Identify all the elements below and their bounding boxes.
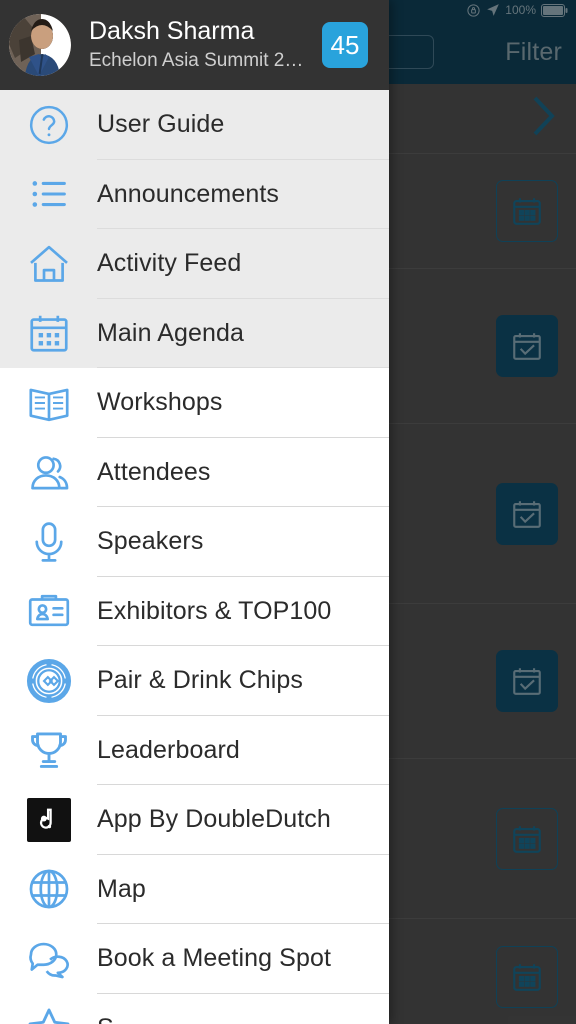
menu-item-label: Leaderboard bbox=[97, 735, 240, 764]
profile-info: Daksh Sharma Echelon Asia Summit 2… bbox=[89, 17, 322, 73]
menu-item-leaderboard[interactable]: Leaderboard bbox=[0, 715, 389, 785]
speech-bubbles-icon bbox=[0, 936, 97, 982]
profile-event-name: Echelon Asia Summit 2… bbox=[89, 50, 304, 71]
open-book-icon bbox=[0, 380, 97, 426]
menu-item-label: Announcements bbox=[97, 179, 279, 208]
menu-item-label: Pair & Drink Chips bbox=[97, 666, 304, 695]
globe-icon bbox=[0, 866, 97, 912]
menu-item-app-by-doubledutch[interactable]: App By DoubleDutch bbox=[0, 785, 389, 855]
menu-item-announcements[interactable]: Announcements bbox=[0, 159, 389, 229]
menu-item-label: Speakers bbox=[97, 527, 204, 556]
menu-item-workshops[interactable]: Workshops bbox=[0, 368, 389, 438]
menu-item-label: Attendees bbox=[97, 457, 211, 486]
menu-item-pair-drink-chips[interactable]: Pair & Drink Chips bbox=[0, 646, 389, 716]
id-badge-icon bbox=[0, 588, 97, 634]
menu-item-label: Main Agenda bbox=[97, 318, 245, 347]
menu-item-exhibitors-top100[interactable]: Exhibitors & TOP100 bbox=[0, 576, 389, 646]
menu-item-label: Map bbox=[97, 874, 146, 903]
profile-header[interactable]: Daksh Sharma Echelon Asia Summit 2… 45 bbox=[0, 0, 389, 90]
home-icon bbox=[0, 241, 97, 287]
navigation-drawer: Daksh Sharma Echelon Asia Summit 2… 45 U… bbox=[0, 0, 389, 1024]
menu-item-label: S bbox=[97, 1014, 114, 1024]
star-icon bbox=[0, 1005, 97, 1024]
notification-badge[interactable]: 45 bbox=[322, 22, 368, 68]
menu-item-label: Activity Feed bbox=[97, 249, 242, 278]
menu-item-user-guide[interactable]: User Guide bbox=[0, 90, 389, 160]
doubledutch-logo-icon bbox=[0, 797, 97, 842]
menu-item-map[interactable]: Map bbox=[0, 854, 389, 924]
drawer-menu: User Guide Announcements Activity Feed M… bbox=[0, 90, 389, 1024]
list-bullet-icon bbox=[0, 171, 97, 217]
menu-item-label: User Guide bbox=[97, 110, 225, 139]
poker-chip-icon bbox=[0, 658, 97, 704]
menu-item-label: Book a Meeting Spot bbox=[97, 944, 331, 973]
menu-item-label: App By DoubleDutch bbox=[97, 805, 331, 834]
people-icon bbox=[0, 449, 97, 495]
microphone-icon bbox=[0, 519, 97, 565]
menu-item-main-agenda[interactable]: Main Agenda bbox=[0, 298, 389, 368]
app-screen: 100% a Filter 015 bbox=[0, 0, 576, 1024]
avatar[interactable] bbox=[9, 14, 71, 76]
menu-item-sponsors[interactable]: S bbox=[0, 993, 389, 1024]
menu-item-label: Workshops bbox=[97, 388, 223, 417]
menu-item-label: Exhibitors & TOP100 bbox=[97, 596, 332, 625]
profile-name: Daksh Sharma bbox=[89, 17, 255, 45]
menu-item-attendees[interactable]: Attendees bbox=[0, 437, 389, 507]
menu-item-speakers[interactable]: Speakers bbox=[0, 507, 389, 577]
calendar-icon bbox=[0, 310, 97, 356]
menu-item-activity-feed[interactable]: Activity Feed bbox=[0, 229, 389, 299]
trophy-icon bbox=[0, 727, 97, 773]
menu-item-book-a-meeting-spot[interactable]: Book a Meeting Spot bbox=[0, 924, 389, 994]
question-circle-icon bbox=[0, 102, 97, 148]
